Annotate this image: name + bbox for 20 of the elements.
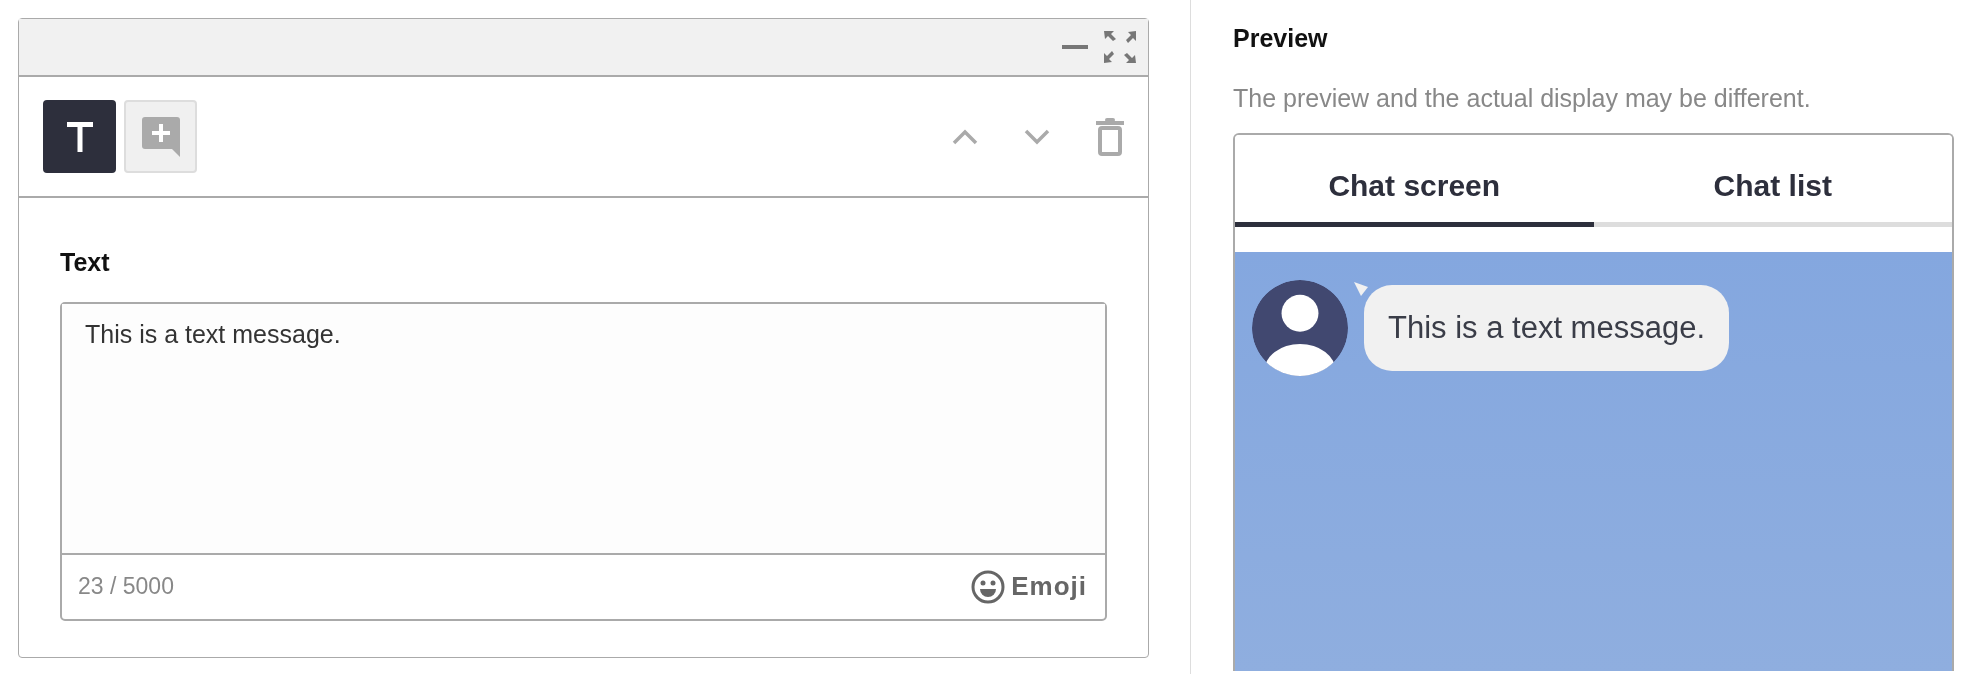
preview-tab[interactable]: Chat list	[1593, 135, 1952, 227]
message-bubble: This is a text message.	[1364, 284, 1729, 372]
preview-tab[interactable]: Chat screen	[1235, 135, 1594, 227]
expand-button[interactable]	[1104, 31, 1136, 63]
bubble-tail	[1354, 282, 1368, 296]
preview-title: Preview	[1233, 23, 1329, 54]
add-message-icon	[141, 116, 180, 157]
character-count: 23 / 5000	[78, 572, 174, 602]
preview-note: The preview and the actual display may be different.	[1233, 82, 1812, 114]
smiley-icon	[971, 569, 1006, 604]
message-editor[interactable]: This is a text message. 23 / 5000 Emoji	[60, 301, 1107, 621]
text-type-icon	[66, 121, 93, 152]
add-message-button[interactable]	[124, 100, 197, 173]
move-up-button[interactable]	[952, 128, 978, 145]
text-type-button[interactable]	[43, 100, 116, 173]
delete-button[interactable]	[1096, 117, 1124, 156]
field-label: Text	[60, 247, 111, 278]
avatar-icon	[1252, 280, 1348, 376]
emoji-button[interactable]: Emoji	[971, 567, 1087, 606]
move-down-button[interactable]	[1024, 128, 1050, 145]
